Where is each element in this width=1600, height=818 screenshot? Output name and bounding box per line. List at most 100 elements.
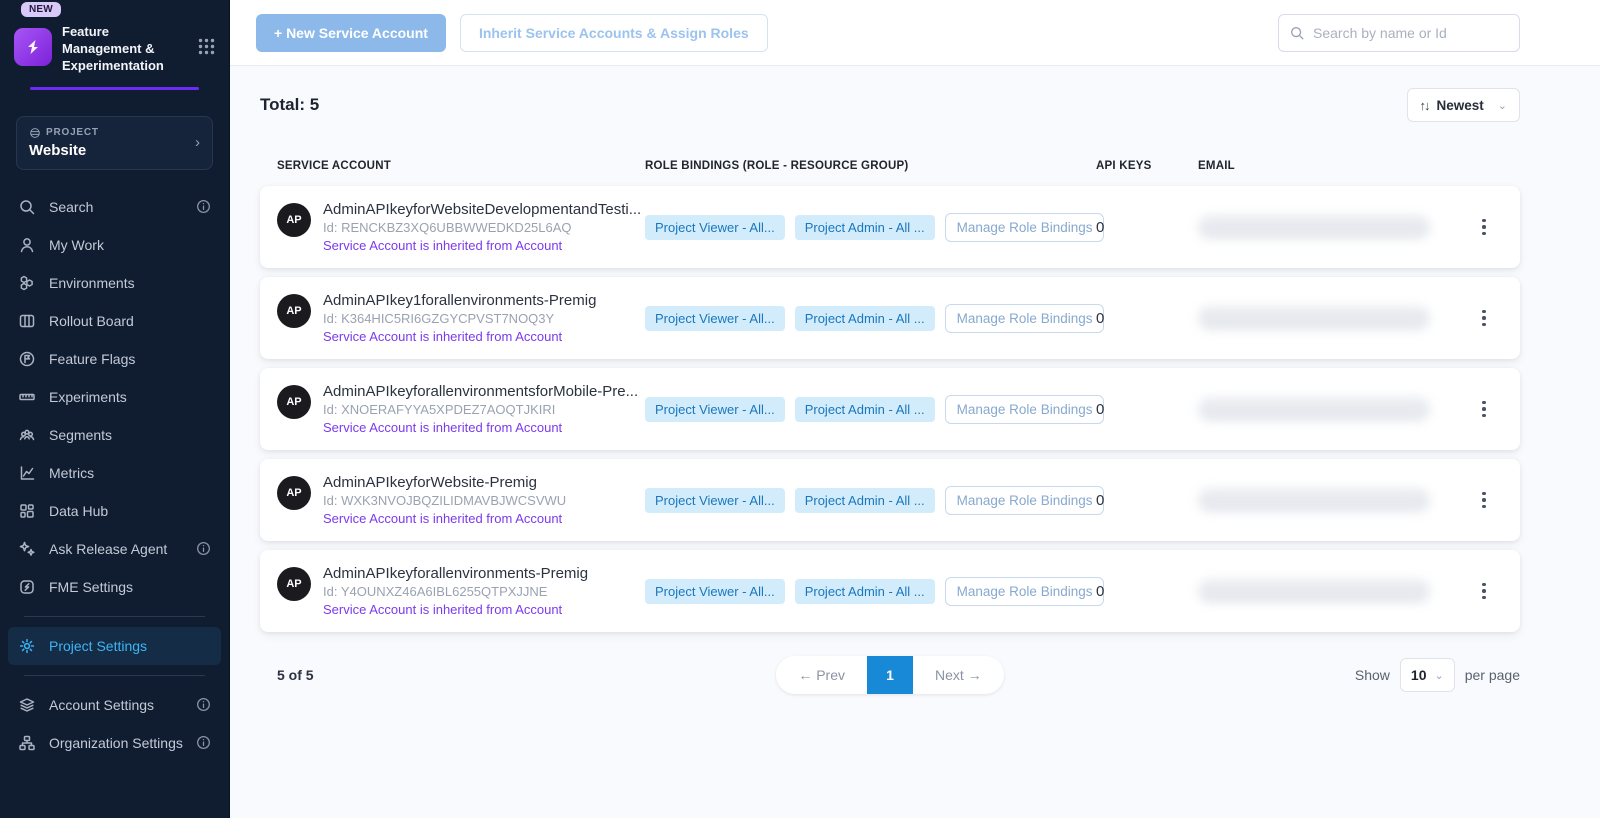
people-icon (18, 426, 36, 444)
chart-line-icon (18, 464, 36, 482)
email-redacted (1198, 306, 1430, 330)
current-page-button[interactable]: 1 (867, 656, 913, 694)
table-row: AP AdminAPIkeyforallenvironments-Premig … (260, 550, 1520, 632)
sidebar-item-my-work[interactable]: My Work (8, 226, 221, 264)
role-badge: Project Viewer - All... (645, 397, 785, 422)
kebab-menu-icon[interactable] (1472, 488, 1496, 513)
next-page-button[interactable]: Next → (913, 656, 1004, 694)
search-input[interactable] (1278, 14, 1520, 52)
api-keys-count: 0 (1078, 583, 1198, 600)
sidebar-item-data-hub[interactable]: Data Hub (8, 492, 221, 530)
project-name: Website (29, 142, 195, 159)
new-service-account-button[interactable]: + New Service Account (256, 14, 446, 52)
column-api-keys: API KEYS (1078, 160, 1198, 172)
gear-icon (18, 637, 36, 655)
layers-icon (18, 696, 36, 714)
role-badge: Project Admin - All ... (795, 488, 935, 513)
hexagons-icon (18, 274, 36, 292)
divider (24, 616, 205, 617)
new-badge: NEW (21, 2, 61, 17)
ruler-icon (18, 388, 36, 406)
flag-icon (18, 350, 36, 368)
inherit-service-accounts-button[interactable]: Inherit Service Accounts & Assign Roles (460, 14, 768, 52)
kebab-menu-icon[interactable] (1472, 579, 1496, 604)
total-count: Total: 5 (260, 95, 319, 115)
toolbar: + New Service Account Inherit Service Ac… (230, 0, 1600, 66)
column-role-bindings: ROLE BINDINGS (ROLE - RESOURCE GROUP) (645, 160, 1078, 172)
sidebar-item-rollout-board[interactable]: Rollout Board (8, 302, 221, 340)
service-account-name: AdminAPIkeyforallenvironmentsforMobile-P… (323, 383, 638, 400)
per-page-label: per page (1465, 667, 1520, 683)
sidebar-item-feature-flags[interactable]: Feature Flags (8, 340, 221, 378)
sidebar-item-fme-settings[interactable]: FME Settings (8, 568, 221, 606)
list-footer: 5 of 5 ← Prev 1 Next → Show 10 ⌄ per pag… (260, 656, 1520, 694)
data-grid-icon (18, 502, 36, 520)
page: NEW Feature Management & Experimentation (0, 0, 1600, 818)
sidebar-item-environments[interactable]: Environments (8, 264, 221, 302)
service-account-list: AP AdminAPIkeyforWebsiteDevelopmentandTe… (260, 186, 1520, 632)
page-size-select[interactable]: 10 ⌄ (1400, 658, 1455, 692)
sidebar-item-project-settings[interactable]: Project Settings (8, 627, 221, 665)
inherited-note: Service Account is inherited from Accoun… (323, 420, 638, 435)
avatar: AP (277, 203, 311, 237)
sidebar: NEW Feature Management & Experimentation (0, 0, 230, 818)
role-badge: Project Admin - All ... (795, 579, 935, 604)
avatar: AP (277, 476, 311, 510)
email-redacted (1198, 488, 1430, 512)
info-icon[interactable] (196, 697, 211, 712)
sort-dropdown[interactable]: ↑↓ Newest ⌄ (1407, 88, 1521, 122)
service-account-id: Id: XNOERAFYYA5XPDEZ7AOQTJKIRI (323, 402, 638, 417)
inherited-note: Service Account is inherited from Accoun… (323, 238, 641, 253)
role-badge: Project Admin - All ... (795, 215, 935, 240)
info-icon[interactable] (196, 735, 211, 750)
inherited-note: Service Account is inherited from Accoun… (323, 602, 588, 617)
sparkles-icon (18, 540, 36, 558)
sidebar-item-search[interactable]: Search (8, 188, 221, 226)
role-badge: Project Admin - All ... (795, 397, 935, 422)
column-email: EMAIL (1198, 160, 1472, 172)
table-row: AP AdminAPIkeyforWebsiteDevelopmentandTe… (260, 186, 1520, 268)
api-keys-count: 0 (1078, 401, 1198, 418)
sidebar-item-segments[interactable]: Segments (8, 416, 221, 454)
role-badge: Project Viewer - All... (645, 215, 785, 240)
email-redacted (1198, 579, 1430, 603)
email-redacted (1198, 215, 1430, 239)
api-keys-count: 0 (1078, 219, 1198, 236)
info-icon[interactable] (196, 541, 211, 556)
service-account-id: Id: RENCKBZ3XQ6UBBWWEDKD25L6AQ (323, 220, 641, 235)
kebab-menu-icon[interactable] (1472, 215, 1496, 240)
sidebar-item-account-settings[interactable]: Account Settings (8, 686, 221, 724)
email-redacted (1198, 397, 1430, 421)
sort-arrows-icon: ↑↓ (1420, 98, 1429, 113)
board-columns-icon (18, 312, 36, 330)
sort-value: Newest (1437, 98, 1484, 113)
main-area: + New Service Account Inherit Service Ac… (230, 0, 1600, 818)
sidebar-item-organization-settings[interactable]: Organization Settings (8, 724, 221, 762)
page-summary: 5 of 5 (260, 667, 560, 683)
sidebar-item-ask-release-agent[interactable]: Ask Release Agent (8, 530, 221, 568)
project-selector[interactable]: PROJECT Website › (16, 116, 213, 170)
service-account-name: AdminAPIkey1forallenvironments-Premig (323, 292, 596, 309)
pagination: ← Prev 1 Next → (776, 656, 1003, 694)
service-accounts-panel: Total: 5 ↑↓ Newest ⌄ SERVICE ACCOUNT ROL… (230, 66, 1600, 818)
kebab-menu-icon[interactable] (1472, 306, 1496, 331)
sidebar-item-experiments[interactable]: Experiments (8, 378, 221, 416)
inherited-note: Service Account is inherited from Accoun… (323, 511, 566, 526)
service-account-name: AdminAPIkeyforallenvironments-Premig (323, 565, 588, 582)
table-row: AP AdminAPIkeyforWebsite-Premig Id: WXK3… (260, 459, 1520, 541)
kebab-menu-icon[interactable] (1472, 397, 1496, 422)
info-icon[interactable] (196, 199, 211, 214)
sidebar-nav: Search My Work Environments Rollout Boar… (0, 176, 229, 818)
sidebar-header: NEW Feature Management & Experimentation (0, 0, 229, 102)
inherited-note: Service Account is inherited from Accoun… (323, 329, 596, 344)
service-account-name: AdminAPIkeyforWebsiteDevelopmentandTesti… (323, 201, 641, 218)
role-badge: Project Viewer - All... (645, 488, 785, 513)
app-switcher-icon[interactable] (198, 38, 215, 60)
person-icon (18, 236, 36, 254)
role-badge: Project Viewer - All... (645, 306, 785, 331)
search-icon (1289, 25, 1305, 41)
table-row: AP AdminAPIkey1forallenvironments-Premig… (260, 277, 1520, 359)
prev-page-button[interactable]: ← Prev (776, 656, 867, 694)
sidebar-item-metrics[interactable]: Metrics (8, 454, 221, 492)
page-size-value: 10 (1411, 667, 1427, 683)
